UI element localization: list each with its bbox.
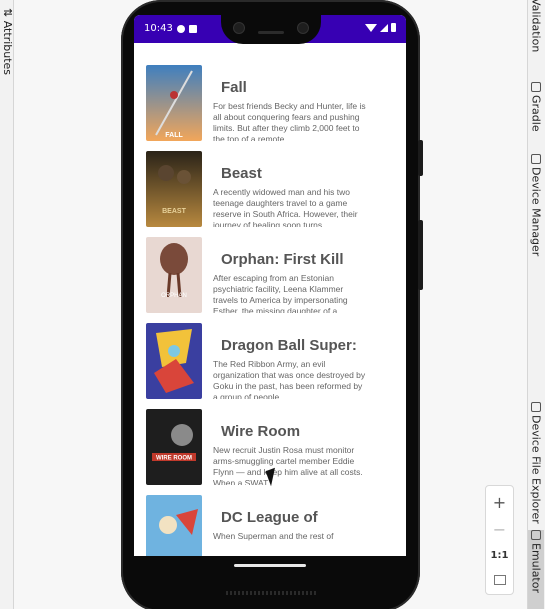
movie-row[interactable]: FALL Fall For best friends Becky and Hun…: [134, 65, 406, 151]
gradle-tab-label: Gradle: [529, 95, 543, 132]
movie-poster: ORPHAN: [146, 237, 202, 313]
poster-text: WIRE ROOM: [156, 456, 192, 462]
gradle-elephant-icon: [531, 82, 541, 92]
poster-text: ORPHAN: [161, 293, 187, 299]
status-icons: [365, 23, 396, 32]
gradle-tab[interactable]: Gradle: [528, 82, 544, 132]
movie-description: When Superman and the rest of: [213, 531, 334, 541]
emulator-icon: [531, 530, 541, 540]
zoom-to-fit-icon[interactable]: [493, 574, 506, 585]
poster-text: BEAST: [162, 208, 186, 215]
sliders-icon: ⇅: [1, 8, 14, 18]
zoom-out-button[interactable]: −: [493, 521, 506, 538]
movie-description: For best friends Becky and Hunter, life …: [213, 101, 366, 141]
notification-chat-icon: [176, 24, 185, 33]
wifi-icon: [365, 23, 377, 32]
file-explorer-icon: [531, 402, 541, 412]
signal-icon: [380, 23, 388, 32]
speaker-grille-bottom: [226, 591, 316, 595]
movie-row[interactable]: Dragon Ball Super: The Red Ribbon Army, …: [134, 323, 406, 409]
movie-title: Beast: [221, 165, 262, 182]
battery-icon: [391, 23, 396, 32]
movie-title: Orphan: First Kill: [221, 251, 344, 268]
movie-title: DC League of: [221, 509, 318, 526]
device-manager-icon: [531, 154, 541, 164]
status-time-group: 10:43: [144, 23, 197, 34]
speaker-grille: [258, 31, 284, 34]
right-tool-strip: Validation Gradle Device Manager Device …: [527, 0, 545, 609]
movie-row[interactable]: DC League of When Superman and the rest …: [134, 495, 406, 556]
front-camera-icon: [297, 22, 309, 34]
attributes-tab-label: Attributes: [1, 20, 14, 76]
movie-description: The Red Ribbon Army, an evil organizatio…: [213, 359, 366, 399]
device-file-explorer-tab-label: Device File Explorer: [529, 415, 543, 524]
poster-text: FALL: [165, 132, 183, 139]
movie-poster: FALL: [146, 65, 202, 141]
movie-title: Dragon Ball Super:: [221, 337, 357, 354]
gesture-nav-bar: [134, 556, 406, 586]
volume-button: [418, 220, 423, 290]
movie-description: After escaping from an Estonian psychiat…: [213, 273, 348, 313]
validation-tab-label: Validation: [529, 0, 543, 53]
movie-poster: WIRE ROOM: [146, 409, 202, 485]
power-button: [418, 140, 423, 176]
camera-notch: [221, 14, 321, 44]
emulator-tab[interactable]: Emulator: [528, 530, 544, 609]
movie-description: New recruit Justin Rosa must monitor arm…: [213, 445, 363, 485]
left-tool-strip: ⇅ Attributes: [0, 0, 14, 609]
movie-poster: BEAST: [146, 151, 202, 227]
emulator-tab-label: Emulator: [529, 543, 543, 593]
zoom-in-button[interactable]: +: [493, 495, 506, 511]
movie-title: Fall: [221, 79, 247, 96]
validation-tab[interactable]: Validation: [528, 0, 544, 52]
actual-size-button[interactable]: 1:1: [491, 548, 509, 564]
device-manager-tab-label: Device Manager: [529, 167, 543, 257]
notification-sim-icon: [188, 24, 197, 33]
movie-row[interactable]: BEAST Beast A recently widowed man and h…: [134, 151, 406, 237]
movie-description: A recently widowed man and his two teena…: [213, 187, 358, 227]
zoom-controls: + − 1:1: [485, 485, 514, 595]
device-manager-tab[interactable]: Device Manager: [528, 154, 544, 256]
device-file-explorer-tab[interactable]: Device File Explorer: [528, 402, 544, 524]
movie-row[interactable]: ORPHAN Orphan: First Kill After escaping…: [134, 237, 406, 323]
front-camera-icon: [233, 22, 245, 34]
status-time: 10:43: [144, 23, 173, 34]
movie-poster: [146, 495, 202, 556]
android-studio-emulator-panel: ⇅ Attributes Validation Gradle Device Ma…: [0, 0, 545, 609]
movie-poster: [146, 323, 202, 399]
home-gesture-pill[interactable]: [234, 564, 306, 567]
attributes-tab[interactable]: ⇅ Attributes: [1, 8, 14, 75]
movie-title: Wire Room: [221, 423, 301, 440]
